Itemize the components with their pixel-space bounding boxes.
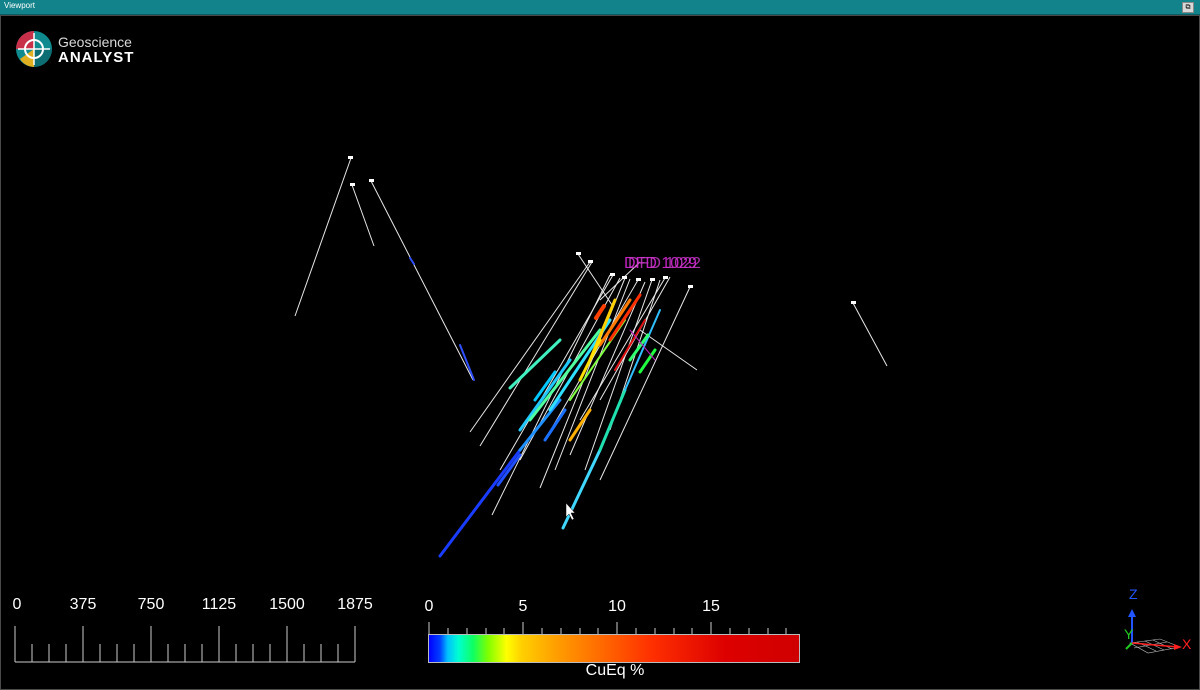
drillhole-traces (294, 157, 888, 516)
color-legend-label: 15 (702, 598, 720, 615)
collar-markers (348, 156, 856, 304)
scale-bar: 0 375 750 1125 1500 1875 (10, 596, 380, 666)
color-legend-gradient (428, 634, 800, 663)
axes-triad-icon (1125, 609, 1182, 654)
color-legend-label: 0 (424, 598, 434, 615)
drillhole-scene[interactable] (0, 0, 1200, 690)
assay-intervals (409, 257, 661, 558)
color-legend-label: 10 (608, 598, 626, 615)
color-legend-label: 5 (518, 598, 528, 615)
scale-bar-ruler (14, 626, 356, 663)
color-legend-ticks (428, 622, 787, 634)
viewport-app: Viewport ⧉ Geoscience ANALYST DFD 1029 D… (0, 0, 1200, 690)
axis-label-y: Y (1124, 626, 1134, 642)
axis-label-x: X (1182, 636, 1192, 652)
axis-label-z: Z (1129, 586, 1138, 602)
hole-label-2: DFD 1022 (628, 255, 701, 272)
orientation-axes: Z Y X (1112, 585, 1200, 665)
color-legend-title: CuEq % (585, 662, 645, 679)
color-legend: 0 5 10 15 CuEq % (420, 598, 810, 688)
